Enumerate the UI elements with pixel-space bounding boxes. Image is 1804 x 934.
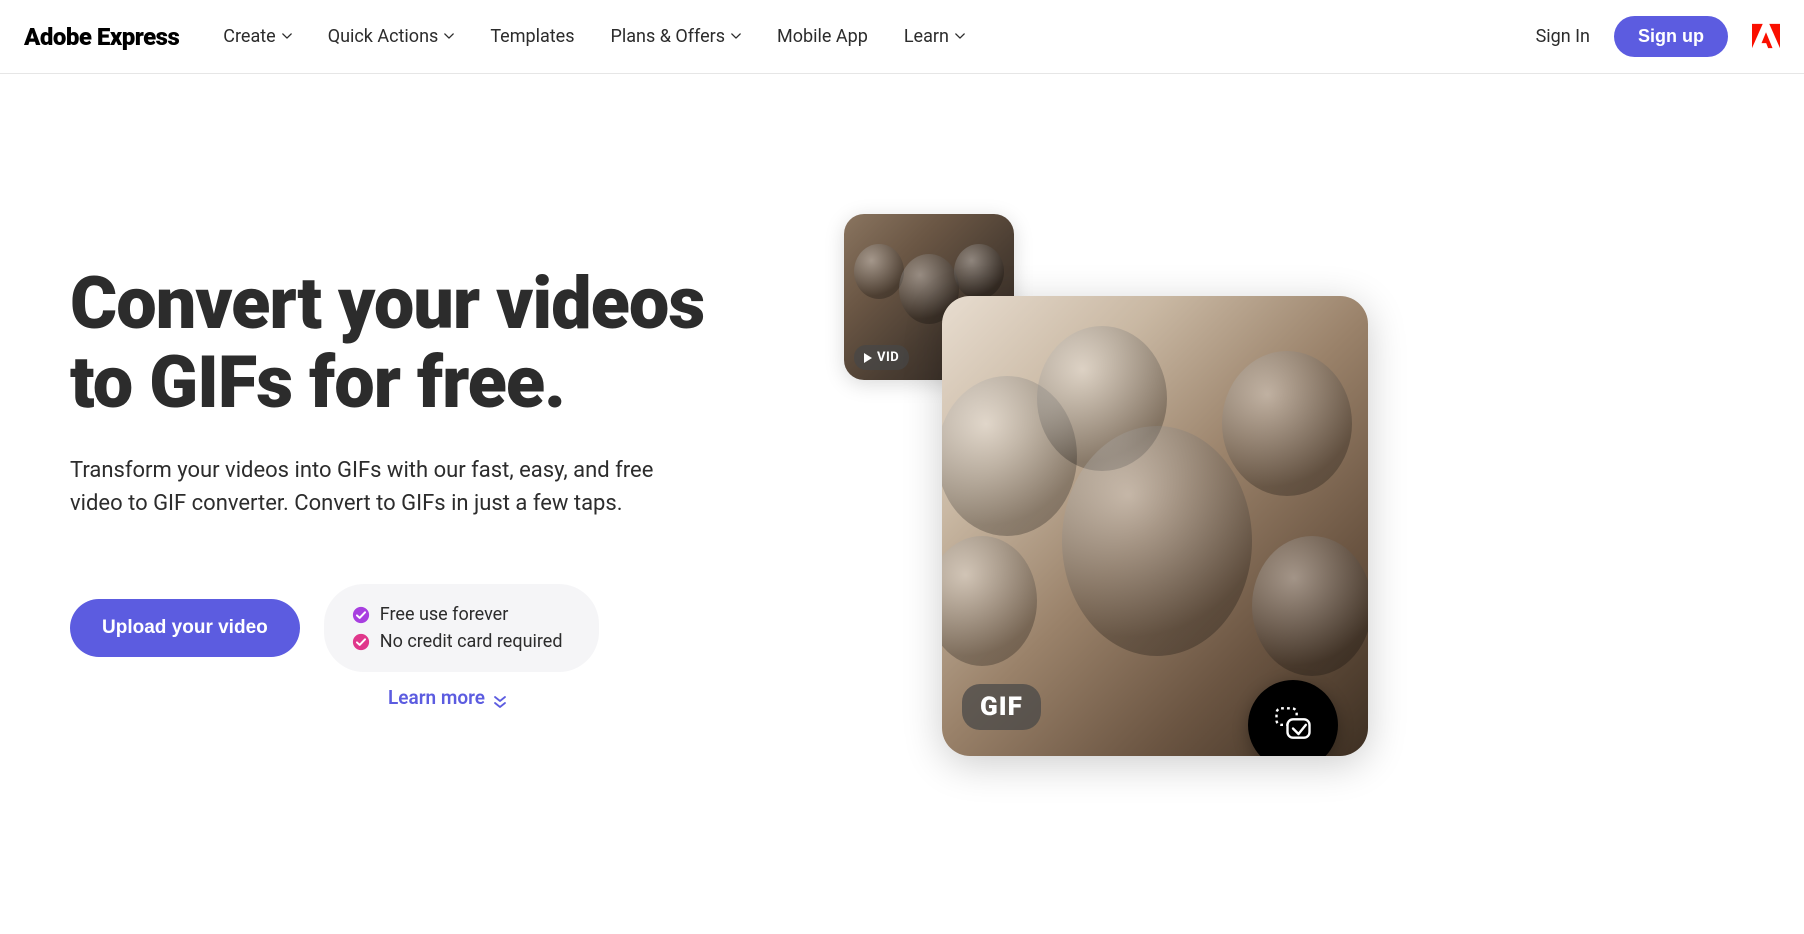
nav-learn[interactable]: Learn (904, 26, 965, 47)
chevron-down-icon (282, 32, 292, 42)
gif-thumbnail-large: GIF (942, 296, 1368, 756)
image-placeholder (1062, 426, 1252, 656)
gif-badge: GIF (962, 684, 1041, 730)
chevron-down-icon (444, 32, 454, 42)
vid-badge-label: VID (877, 350, 899, 365)
double-chevron-down-icon (493, 691, 507, 705)
nav-create[interactable]: Create (223, 26, 291, 47)
hero-description: Transform your videos into GIFs with our… (70, 454, 710, 520)
learn-more-label: Learn more (388, 686, 485, 709)
hero: Convert your videos to GIFs for free. Tr… (0, 74, 1804, 774)
sign-up-button[interactable]: Sign up (1614, 16, 1728, 57)
image-placeholder (954, 244, 1004, 299)
play-icon (864, 353, 872, 363)
nav-plans-offers-label: Plans & Offers (611, 26, 726, 47)
image-placeholder (1222, 351, 1352, 496)
nav-plans-offers[interactable]: Plans & Offers (611, 26, 742, 47)
hero-title: Convert your videos to GIFs for free. (70, 264, 760, 422)
upload-video-button[interactable]: Upload your video (70, 599, 300, 657)
nav-create-label: Create (223, 26, 275, 47)
nav-learn-label: Learn (904, 26, 949, 47)
convert-icon (1271, 704, 1315, 746)
header: Adobe Express Create Quick Actions Templ… (0, 0, 1804, 74)
sign-in-link[interactable]: Sign In (1536, 26, 1590, 47)
benefit-free-use: Free use forever (352, 604, 563, 625)
benefit-no-card-label: No credit card required (380, 631, 563, 652)
check-circle-icon (352, 633, 370, 651)
convert-action-button[interactable] (1248, 680, 1338, 756)
benefit-free-use-label: Free use forever (380, 604, 509, 625)
vid-badge: VID (854, 345, 909, 370)
nav-quick-actions-label: Quick Actions (328, 26, 439, 47)
image-placeholder (854, 244, 904, 299)
nav-mobile-app-label: Mobile App (777, 26, 868, 47)
hero-left: Convert your videos to GIFs for free. Tr… (70, 214, 760, 709)
check-circle-icon (352, 606, 370, 624)
hero-right: VID GIF (800, 214, 1734, 774)
logo[interactable]: Adobe Express (24, 23, 179, 51)
nav-templates[interactable]: Templates (490, 26, 574, 47)
image-placeholder (1252, 536, 1368, 676)
adobe-logo-icon[interactable] (1752, 23, 1780, 51)
learn-more-wrap: Learn more (388, 686, 760, 709)
nav-quick-actions[interactable]: Quick Actions (328, 26, 455, 47)
nav-mobile-app[interactable]: Mobile App (777, 26, 868, 47)
benefit-no-card: No credit card required (352, 631, 563, 652)
main-nav: Create Quick Actions Templates Plans & O… (223, 26, 1535, 47)
header-right: Sign In Sign up (1536, 16, 1780, 57)
chevron-down-icon (731, 32, 741, 42)
hero-actions: Upload your video Free use forever (70, 584, 760, 672)
chevron-down-icon (955, 32, 965, 42)
learn-more-link[interactable]: Learn more (388, 686, 507, 709)
nav-templates-label: Templates (490, 26, 574, 47)
image-placeholder (942, 536, 1037, 666)
benefits-box: Free use forever No credit card required (324, 584, 599, 672)
